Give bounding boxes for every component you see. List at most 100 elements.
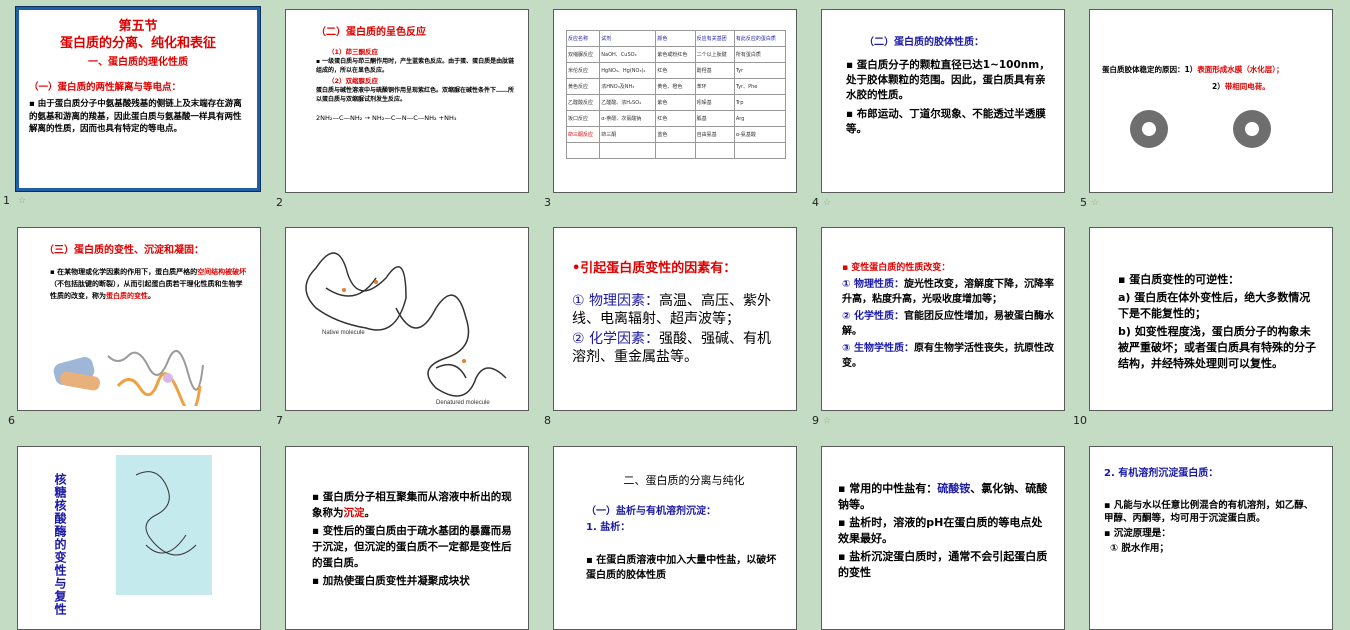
slide-12[interactable]: ▪ 蛋白质分子相互聚集而从溶液中析出的现象称为沉淀。 ▪ 变性后的蛋白质由于疏水… (285, 446, 529, 630)
slide-heading: ▪ 变性蛋白质的性质改变： (842, 263, 951, 273)
slide-13[interactable]: 二、蛋白质的分离与纯化 （一）盐析与有机溶剂沉淀： 1. 盐析： ▪ 在蛋白质溶… (553, 446, 797, 630)
protein-ring-1-core (1142, 122, 1156, 136)
table-cell (565, 142, 601, 159)
heading-text: •引起蛋白质变性的因素有： (572, 261, 737, 276)
table-cell: 吲哚基 (694, 94, 735, 111)
text-run: 蛋白质胶体稳定的原因：1） (1102, 65, 1198, 74)
table-cell: 紫色 (655, 94, 696, 111)
bullet-text: ① 脱水作用； (1110, 543, 1169, 554)
table-cell: 乙醛酸反应 (565, 94, 601, 111)
label-text: ③ 生物学性质： (842, 343, 914, 354)
slide-3[interactable]: 反应名称 试剂 颜色 反应有关基团 有此反应的蛋白质 双缩脲反应 NaOH、CuSO₄ 紫色… (553, 9, 797, 193)
table-cell: 坂口反应 (565, 110, 601, 127)
chemical-factors: ② 化学因素：强酸、强碱、有机溶剂、重金属盐等。 (572, 330, 782, 366)
slide-title: （三）蛋白质的变性、沉淀和凝固： (44, 245, 204, 256)
table-cell: 胍基 (694, 110, 735, 127)
slide-number: 5 (1080, 196, 1087, 209)
subheading-2: （2）双缩脲反应 (328, 77, 379, 85)
table-cell (694, 142, 735, 159)
subheading-1: （1）茚三酮反应 (328, 48, 379, 56)
rnase-chain-drawing (135, 471, 197, 556)
slide-8[interactable]: •引起蛋白质变性的因素有： ① 物理因素：高温、高压、紫外线、电离辐射、超声波等… (553, 227, 797, 411)
text-run: ▪ 在某物理或化学因素的作用下，蛋白质严格的 (50, 268, 198, 276)
slide-7[interactable]: Native molecule Denatured molecule (285, 227, 529, 411)
slide-title: （二）蛋白质的呈色反应 (316, 27, 426, 38)
list-item: b) 如变性程度浅，蛋白质分子的构象未被严重破坏；或者蛋白质具有特殊的分子结构，… (1118, 325, 1316, 370)
list-item: ② 化学性质：官能团反应性增加，易被蛋白酶水解。 (842, 309, 1054, 339)
reaction-table: 反应名称 试剂 颜色 反应有关基团 有此反应的蛋白质 双缩脲反应 NaOH、CuSO₄ 紫色… (565, 30, 787, 159)
highlight-text: 硫酸铵 (937, 482, 971, 495)
native-label: Native molecule (322, 330, 365, 336)
slide-number: 1 (3, 194, 10, 207)
rnase-diagram (116, 455, 212, 595)
slide-subtitle: 蛋白质的分离、纯化和表征 (59, 36, 216, 51)
highlight-text: 表面形成水膜（水化层）； (1197, 65, 1284, 74)
table-cell: HgNO₃、Hg(NO₃)₂ (599, 62, 657, 79)
slide-15[interactable]: 2. 有机溶剂沉淀蛋白质： ▪ 凡能与水以任意比例混合的有机溶剂，如乙醇、甲醇、… (1089, 446, 1333, 630)
table-cell: 反应有关基团 (694, 30, 735, 47)
bullet-text: ▪ 蛋白质分子的颗粒直径已达1~100nm，处于胶体颗粒的范围。因此，蛋白质具有… (846, 59, 1050, 101)
slide-14[interactable]: ▪ 常用的中性盐有：硫酸铵、氯化钠、硫酸钠等。 ▪ 盐析时，溶液的pH在蛋白质的… (821, 446, 1065, 630)
table-cell: 红色 (655, 110, 696, 127)
physical-factors: ① 物理因素：高温、高压、紫外线、电离辐射、超声波等； (572, 292, 782, 328)
slide-10[interactable]: ▪ 蛋白质变性的可逆性： a) 蛋白质在体外变性后，绝大多数情况下是不能复性的；… (1089, 227, 1333, 411)
section-heading: 二、蛋白质的分离与纯化 (623, 474, 745, 487)
table-cell: 茚三酮反应 (565, 126, 601, 143)
section-heading: 一、蛋白质的理化性质 (88, 57, 188, 68)
subsection-heading: （一）蛋白质的两性解离与等电点： (29, 82, 182, 93)
list-item: ① 物理性质：旋光性改变，溶解度下降，沉降率升高，粘度升高，光吸收度增加等； (842, 277, 1054, 307)
slide-9[interactable]: ▪ 变性蛋白质的性质改变： ① 物理性质：旋光性改变，溶解度下降，沉降率升高，粘… (821, 227, 1065, 411)
table-cell: 二个以上肽键 (694, 46, 735, 63)
slide-1[interactable]: 第五节 蛋白质的分离、纯化和表征 一、蛋白质的理化性质 （一）蛋白质的两性解离与… (15, 6, 261, 192)
text-run: 2） (1212, 82, 1225, 91)
table-cell: α-氨基酸 (733, 126, 787, 143)
body-text-2: 蛋白质与碱性溶液中与硫酸铜作用呈现紫红色。双缩脲在碱性条件下……所以蛋白质与双缩… (316, 87, 515, 103)
slide-11[interactable]: 核糖核酸酶的变性与复性 (17, 446, 261, 630)
hydration-layer-diagram (1130, 110, 1271, 148)
body-text: 蛋白质胶体稳定的原因：1）表面形成水膜（水化层）； (1102, 64, 1322, 75)
slide-number: 2 (276, 196, 283, 209)
slide-4[interactable]: （二）蛋白质的胶体性质： ▪ 蛋白质分子的颗粒直径已达1~100nm，处于胶体颗… (821, 9, 1065, 193)
slide-number: 9 (812, 414, 819, 427)
denatured-chain (435, 363, 467, 379)
broken-bond (462, 359, 466, 363)
body-text: ▪ 在某物理或化学因素的作用下，蛋白质严格的空间结构被破坏（不包括肽键的断裂），… (30, 266, 248, 302)
coil-strand (116, 372, 202, 406)
bullet-text: ▪ 变性后的蛋白质由于疏水基团的暴露而易于沉淀，但沉淀的蛋白质不一定都是变性后的… (312, 525, 512, 569)
table-cell: Tyr、Phe (733, 78, 787, 95)
slide-2[interactable]: （二）蛋白质的呈色反应 （1）茚三酮反应 ▪ 一级蛋白质与茚三酮作用时，产生蓝紫… (285, 9, 529, 193)
subsection-heading: （一）盐析与有机溶剂沉淀： (586, 506, 716, 517)
label-text: ② 化学性质： (842, 311, 904, 322)
highlight-text: 带相同电荷。 (1224, 82, 1270, 91)
table-cell: 所有蛋白质 (733, 46, 787, 63)
body-text-1: ▪ 一级蛋白质与茚三酮作用时，产生蓝紫色反应。由于蛋、蛋白质是由肽链组成的，所以… (316, 58, 515, 74)
label-text: ① 物理性质： (842, 279, 904, 290)
bullet-text: ▪ 盐析时，溶液的pH在蛋白质的等电点处效果最好。 (838, 516, 1043, 545)
text-run: 。 (148, 292, 155, 300)
highlight-text: 空间结构被破坏 (197, 268, 247, 276)
slide-6[interactable]: （三）蛋白质的变性、沉淀和凝固： ▪ 在某物理或化学因素的作用下，蛋白质严格的空… (17, 227, 261, 411)
slide-heading: ▪ 蛋白质变性的可逆性： (1118, 273, 1240, 286)
text-run: ▪ 蛋白质分子相互聚集而从溶液中析出的现象称为 (312, 491, 512, 519)
table-cell: 酚羟基 (694, 62, 735, 79)
text-run: 。 (364, 507, 376, 519)
slide-heading: 2. 有机溶剂沉淀蛋白质： (1104, 468, 1219, 479)
rnase-chain (135, 471, 197, 556)
table-cell: 自由氨基 (694, 126, 735, 143)
table-cell: 乙醛酸、浓H₂SO₄ (599, 94, 657, 111)
bullet-text: ▪ 布郎运动、丁道尔现象、不能透过半透膜等。 (846, 108, 1046, 135)
highlight-text: 沉淀 (343, 507, 365, 519)
bullet-text: ▪ 常用的中性盐有：硫酸铵、氯化钠、硫酸钠等。 (838, 481, 1052, 513)
table-cell: 试剂 (599, 30, 657, 47)
table-cell: 蓝色 (655, 126, 696, 143)
slide-5[interactable]: 蛋白质胶体稳定的原因：1）表面形成水膜（水化层）； 2）带相同电荷。 (1089, 9, 1333, 193)
list-item: ③ 生物学性质：原有生物学活性丧失，抗原性改变。 (842, 341, 1054, 371)
table-cell: 颜色 (655, 30, 696, 47)
slide-transition-icon: ☆ (1091, 198, 1100, 208)
coil-strand (107, 349, 204, 391)
list-item: a) 蛋白质在体外变性后，绝大多数情况下是不能复性的； (1118, 291, 1311, 320)
table-cell: Trp (733, 94, 787, 111)
slide-title: （二）蛋白质的胶体性质： (864, 37, 984, 48)
slide-number: 7 (276, 414, 283, 427)
slide-number: 6 (8, 414, 15, 427)
